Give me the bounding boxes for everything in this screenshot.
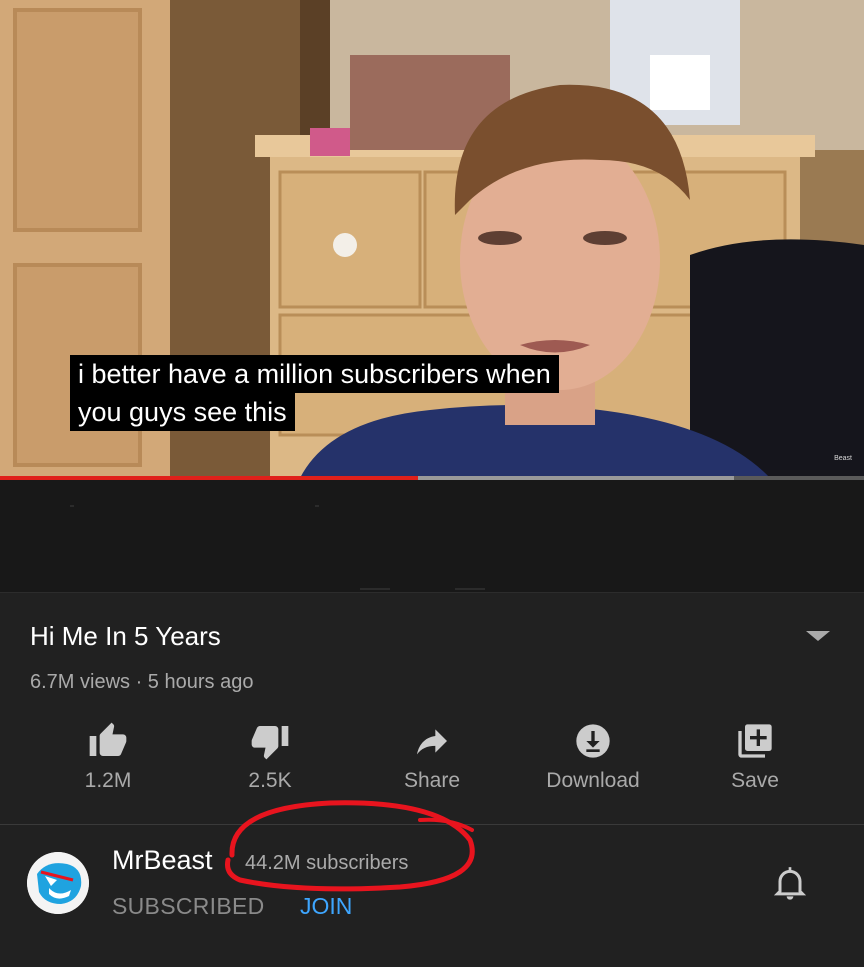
channel-row: MrBeast 44.2M subscribers SUBSCRIBED JOI… <box>0 824 864 941</box>
subscriber-count: 44.2M subscribers <box>245 852 409 874</box>
speck <box>360 588 390 590</box>
share-button[interactable]: Share <box>352 711 512 811</box>
action-bar: 1.2M 2.5K Share Download Save <box>0 711 864 811</box>
download-icon <box>576 724 610 758</box>
video-player[interactable]: i better have a million subscribers when… <box>0 0 864 478</box>
next-section <box>0 940 864 967</box>
thumbs-up-icon <box>89 722 127 756</box>
dislike-button[interactable]: 2.5K <box>190 711 350 811</box>
like-count: 1.2M <box>84 769 132 792</box>
bell-icon[interactable] <box>770 863 810 903</box>
download-label: Download <box>546 769 640 792</box>
video-info-panel: Hi Me In 5 Years 6.7M views · 5 hours ag… <box>0 592 864 825</box>
share-label: Share <box>403 769 461 792</box>
save-label: Save <box>731 769 779 792</box>
dislike-count: 2.5K <box>248 769 292 792</box>
save-button[interactable]: Save <box>675 711 835 811</box>
chevron-down-icon[interactable] <box>806 631 830 641</box>
share-arrow-icon <box>417 729 447 755</box>
playlist-add-icon <box>738 724 772 758</box>
video-letterbox <box>0 480 864 592</box>
like-button[interactable]: 1.2M <box>28 711 188 811</box>
subscribed-button[interactable]: SUBSCRIBED <box>112 893 265 920</box>
thumbs-down-icon <box>251 726 289 760</box>
video-title[interactable]: Hi Me In 5 Years <box>30 621 221 652</box>
channel-name[interactable]: MrBeast <box>112 845 213 876</box>
download-button[interactable]: Download <box>513 711 673 811</box>
speck <box>455 588 485 590</box>
avatar[interactable] <box>27 852 89 914</box>
channel-logo <box>27 852 89 914</box>
speck <box>70 505 74 507</box>
closed-caption: i better have a million subscribers when… <box>70 355 559 431</box>
caption-line-2: you guys see this <box>70 393 295 431</box>
join-button[interactable]: JOIN <box>300 893 352 920</box>
caption-line-1: i better have a million subscribers when <box>70 355 559 393</box>
channel-watermark: Beast <box>834 455 852 462</box>
speck <box>315 505 319 507</box>
video-meta: 6.7M views · 5 hours ago <box>30 671 254 693</box>
